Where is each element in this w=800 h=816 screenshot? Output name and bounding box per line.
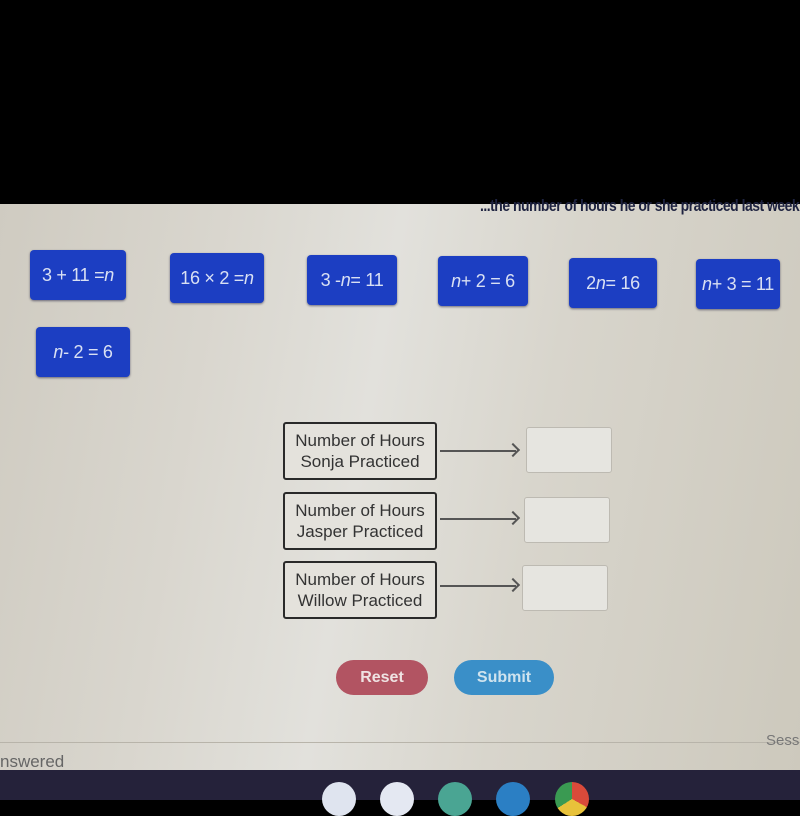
equation-tile[interactable]: 3 - n = 11: [307, 255, 397, 305]
equation-tile[interactable]: n + 2 = 6: [438, 256, 528, 306]
cropped-top: [0, 0, 800, 204]
files-app-icon[interactable]: [496, 782, 530, 816]
session-label: Sess: [766, 732, 800, 749]
row-label-willow: Number of Hours Willow Practiced: [283, 561, 437, 619]
dropzone-jasper[interactable]: [524, 497, 610, 543]
instruction-text: ...the number of hours he or she practic…: [480, 196, 800, 215]
submit-button[interactable]: Submit: [454, 660, 554, 695]
dropzone-willow[interactable]: [522, 565, 608, 611]
docs-app-icon[interactable]: [380, 782, 414, 816]
classroom-app-icon[interactable]: [438, 782, 472, 816]
equation-tile[interactable]: 16 × 2 = n: [170, 253, 264, 303]
arrow-icon: [440, 442, 521, 458]
equation-tile[interactable]: 2n = 16: [569, 258, 657, 308]
answered-status: nswered: [0, 752, 65, 771]
equation-tile[interactable]: n - 2 = 6: [36, 327, 130, 377]
footer-divider: [0, 742, 800, 743]
camera-app-icon[interactable]: [322, 782, 356, 816]
arrow-icon: [440, 510, 521, 526]
chrome-icon[interactable]: [555, 782, 589, 816]
arrow-icon: [440, 577, 521, 593]
equation-tile[interactable]: n + 3 = 11: [696, 259, 780, 309]
row-label-sonja: Number of Hours Sonja Practiced: [283, 422, 437, 480]
taskbar: [0, 770, 800, 816]
equation-tile[interactable]: 3 + 11 = n: [30, 250, 126, 300]
reset-button[interactable]: Reset: [336, 660, 428, 695]
dropzone-sonja[interactable]: [526, 427, 612, 473]
row-label-jasper: Number of Hours Jasper Practiced: [283, 492, 437, 550]
